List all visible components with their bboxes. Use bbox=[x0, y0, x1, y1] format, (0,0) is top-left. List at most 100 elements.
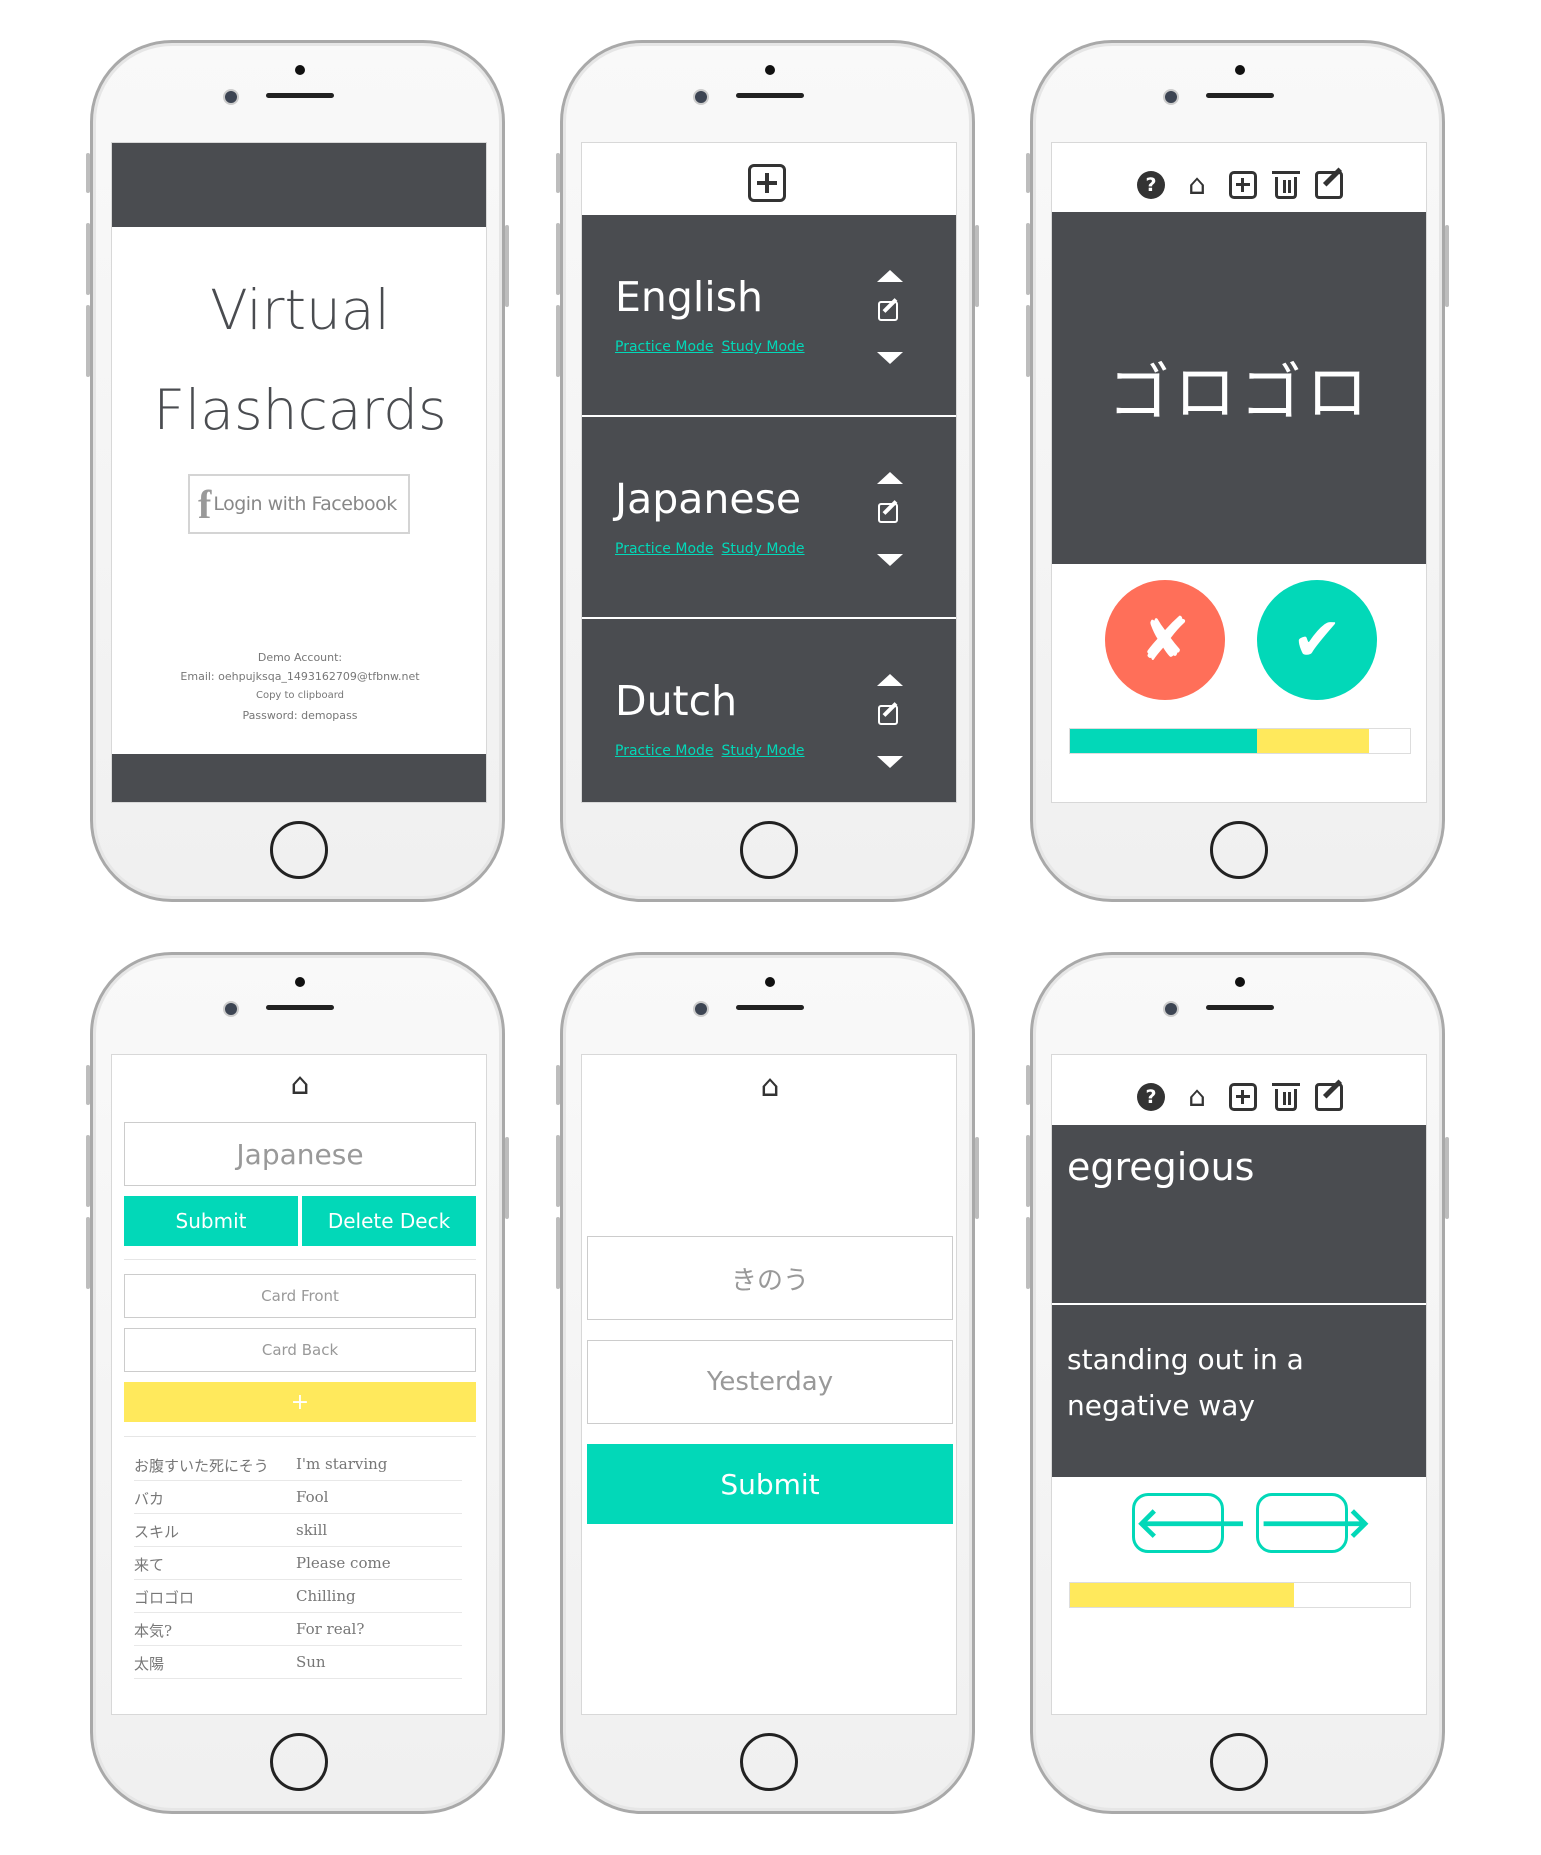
card-front-input[interactable]: Card Front bbox=[124, 1274, 476, 1318]
study-mode-link[interactable]: Study Mode bbox=[722, 541, 805, 557]
earpiece-speaker bbox=[1206, 93, 1274, 98]
home-button bbox=[740, 1733, 798, 1791]
deck-card: Japanese Practice Mode Study Mode bbox=[582, 417, 956, 617]
card-front-input[interactable]: きのう bbox=[587, 1236, 953, 1320]
volume-up-button bbox=[1026, 223, 1030, 295]
proximity-sensor bbox=[765, 65, 775, 75]
question-icon[interactable]: ? bbox=[1137, 1083, 1165, 1111]
progress-bar bbox=[1069, 728, 1411, 754]
card-back-panel: standing out in a negative way bbox=[1052, 1305, 1426, 1477]
earpiece-speaker bbox=[736, 93, 804, 98]
wrong-answer-button[interactable]: ✘ bbox=[1105, 580, 1225, 700]
mute-switch bbox=[1026, 153, 1030, 193]
deck-name: Dutch bbox=[615, 677, 738, 725]
move-down-icon[interactable] bbox=[877, 756, 903, 768]
login-button-label: Login with Facebook bbox=[213, 493, 397, 515]
edit-icon[interactable] bbox=[1315, 171, 1343, 199]
practice-mode-link[interactable]: Practice Mode bbox=[615, 743, 714, 759]
card-back: skill bbox=[296, 1521, 328, 1539]
card-front: 来て bbox=[134, 1556, 165, 1574]
app-title-line2: Flashcards bbox=[153, 378, 447, 442]
login-with-facebook-button[interactable]: f Login with Facebook bbox=[188, 474, 410, 534]
trash-icon[interactable] bbox=[1272, 1083, 1300, 1111]
front-camera bbox=[695, 91, 707, 103]
study-mode-link[interactable]: Study Mode bbox=[722, 339, 805, 355]
practice-mode-link[interactable]: Practice Mode bbox=[615, 339, 714, 355]
header-bar bbox=[112, 143, 486, 227]
move-down-icon[interactable] bbox=[877, 554, 903, 566]
card-front-panel: egregious bbox=[1052, 1125, 1426, 1303]
edit-icon[interactable] bbox=[878, 301, 898, 321]
home-button bbox=[270, 1733, 328, 1791]
list-item[interactable]: バカ Fool bbox=[134, 1481, 462, 1514]
list-item[interactable]: 本気? For real? bbox=[134, 1613, 462, 1646]
previous-card-button[interactable]: 🡐 bbox=[1132, 1493, 1248, 1553]
card-back-input[interactable]: Yesterday bbox=[587, 1340, 953, 1424]
correct-answer-button[interactable]: ✔ bbox=[1257, 580, 1377, 700]
practice-mode-link[interactable]: Practice Mode bbox=[615, 541, 714, 557]
list-item[interactable]: ゴロゴロ Chilling bbox=[134, 1580, 462, 1613]
phone-deck-list-screen: English Practice Mode Study Mode Japanese… bbox=[556, 40, 979, 902]
power-button bbox=[975, 1137, 979, 1219]
add-card-button[interactable]: + bbox=[124, 1382, 476, 1422]
card-back: Fool bbox=[296, 1488, 329, 1506]
phone-edit-deck-screen: ⌂ Japanese Submit Delete Deck Card Front… bbox=[86, 952, 509, 1814]
volume-down-button bbox=[86, 1217, 90, 1289]
deck-name-input[interactable]: Japanese bbox=[124, 1122, 476, 1186]
volume-down-button bbox=[556, 1217, 560, 1289]
card-front: バカ bbox=[134, 1490, 165, 1508]
card-back: Chilling bbox=[296, 1587, 356, 1605]
move-up-icon[interactable] bbox=[877, 674, 903, 686]
move-up-icon[interactable] bbox=[877, 270, 903, 282]
list-item[interactable]: スキル skill bbox=[134, 1514, 462, 1547]
list-item[interactable]: 来て Please come bbox=[134, 1547, 462, 1580]
card-back: Sun bbox=[296, 1653, 326, 1671]
move-down-icon[interactable] bbox=[877, 352, 903, 364]
facebook-icon: f bbox=[198, 481, 212, 527]
deck-links: Practice Mode Study Mode bbox=[615, 743, 813, 759]
trash-icon[interactable] bbox=[1272, 171, 1300, 199]
home-icon[interactable]: ⌂ bbox=[1183, 1083, 1211, 1111]
screen: ⌂ Japanese Submit Delete Deck Card Front… bbox=[111, 1054, 487, 1715]
card-front: ゴロゴロ bbox=[134, 1589, 195, 1607]
submit-button[interactable]: Submit bbox=[124, 1196, 298, 1246]
arrow-right-icon: 🡒 bbox=[1259, 1498, 1372, 1547]
plus-square-icon[interactable] bbox=[1229, 171, 1257, 199]
add-deck-icon[interactable] bbox=[748, 164, 786, 202]
home-icon[interactable]: ⌂ bbox=[582, 1069, 956, 1104]
question-icon[interactable]: ? bbox=[1137, 171, 1165, 199]
edit-icon[interactable] bbox=[878, 705, 898, 725]
home-icon[interactable]: ⌂ bbox=[1183, 171, 1211, 199]
power-button bbox=[505, 225, 509, 307]
earpiece-speaker bbox=[266, 1005, 334, 1010]
proximity-sensor bbox=[765, 977, 775, 987]
list-item[interactable]: 太陽 Sun bbox=[134, 1646, 462, 1679]
edit-icon[interactable] bbox=[1315, 1083, 1343, 1111]
move-up-icon[interactable] bbox=[877, 472, 903, 484]
volume-up-button bbox=[1026, 1135, 1030, 1207]
study-mode-link[interactable]: Study Mode bbox=[722, 743, 805, 759]
edit-icon[interactable] bbox=[878, 503, 898, 523]
submit-button[interactable]: Submit bbox=[587, 1444, 953, 1524]
copy-to-clipboard-link[interactable]: Copy to clipboard bbox=[112, 690, 486, 701]
phone-login-screen: Virtual Flashcards f Login with Facebook… bbox=[86, 40, 509, 902]
power-button bbox=[975, 225, 979, 307]
demo-password: Password: demopass bbox=[242, 709, 358, 722]
next-card-button[interactable]: 🡒 bbox=[1256, 1493, 1372, 1553]
delete-deck-button[interactable]: Delete Deck bbox=[302, 1196, 476, 1246]
front-camera bbox=[1165, 91, 1177, 103]
divider bbox=[124, 1259, 476, 1260]
earpiece-speaker bbox=[266, 93, 334, 98]
home-button bbox=[270, 821, 328, 879]
card-back-input[interactable]: Card Back bbox=[124, 1328, 476, 1372]
card-front-text: egregious bbox=[1067, 1145, 1255, 1189]
volume-down-button bbox=[1026, 1217, 1030, 1289]
list-item[interactable]: お腹すいた死にそう I'm starving bbox=[134, 1448, 462, 1481]
home-icon[interactable]: ⌂ bbox=[112, 1067, 486, 1102]
plus-square-icon[interactable] bbox=[1229, 1083, 1257, 1111]
divider bbox=[124, 1436, 476, 1437]
mute-switch bbox=[86, 153, 90, 193]
phone-study-screen: ? ⌂ egregious standing out in a negative… bbox=[1026, 952, 1449, 1814]
home-button bbox=[1210, 1733, 1268, 1791]
flashcard[interactable]: ゴロゴロ bbox=[1052, 212, 1426, 564]
